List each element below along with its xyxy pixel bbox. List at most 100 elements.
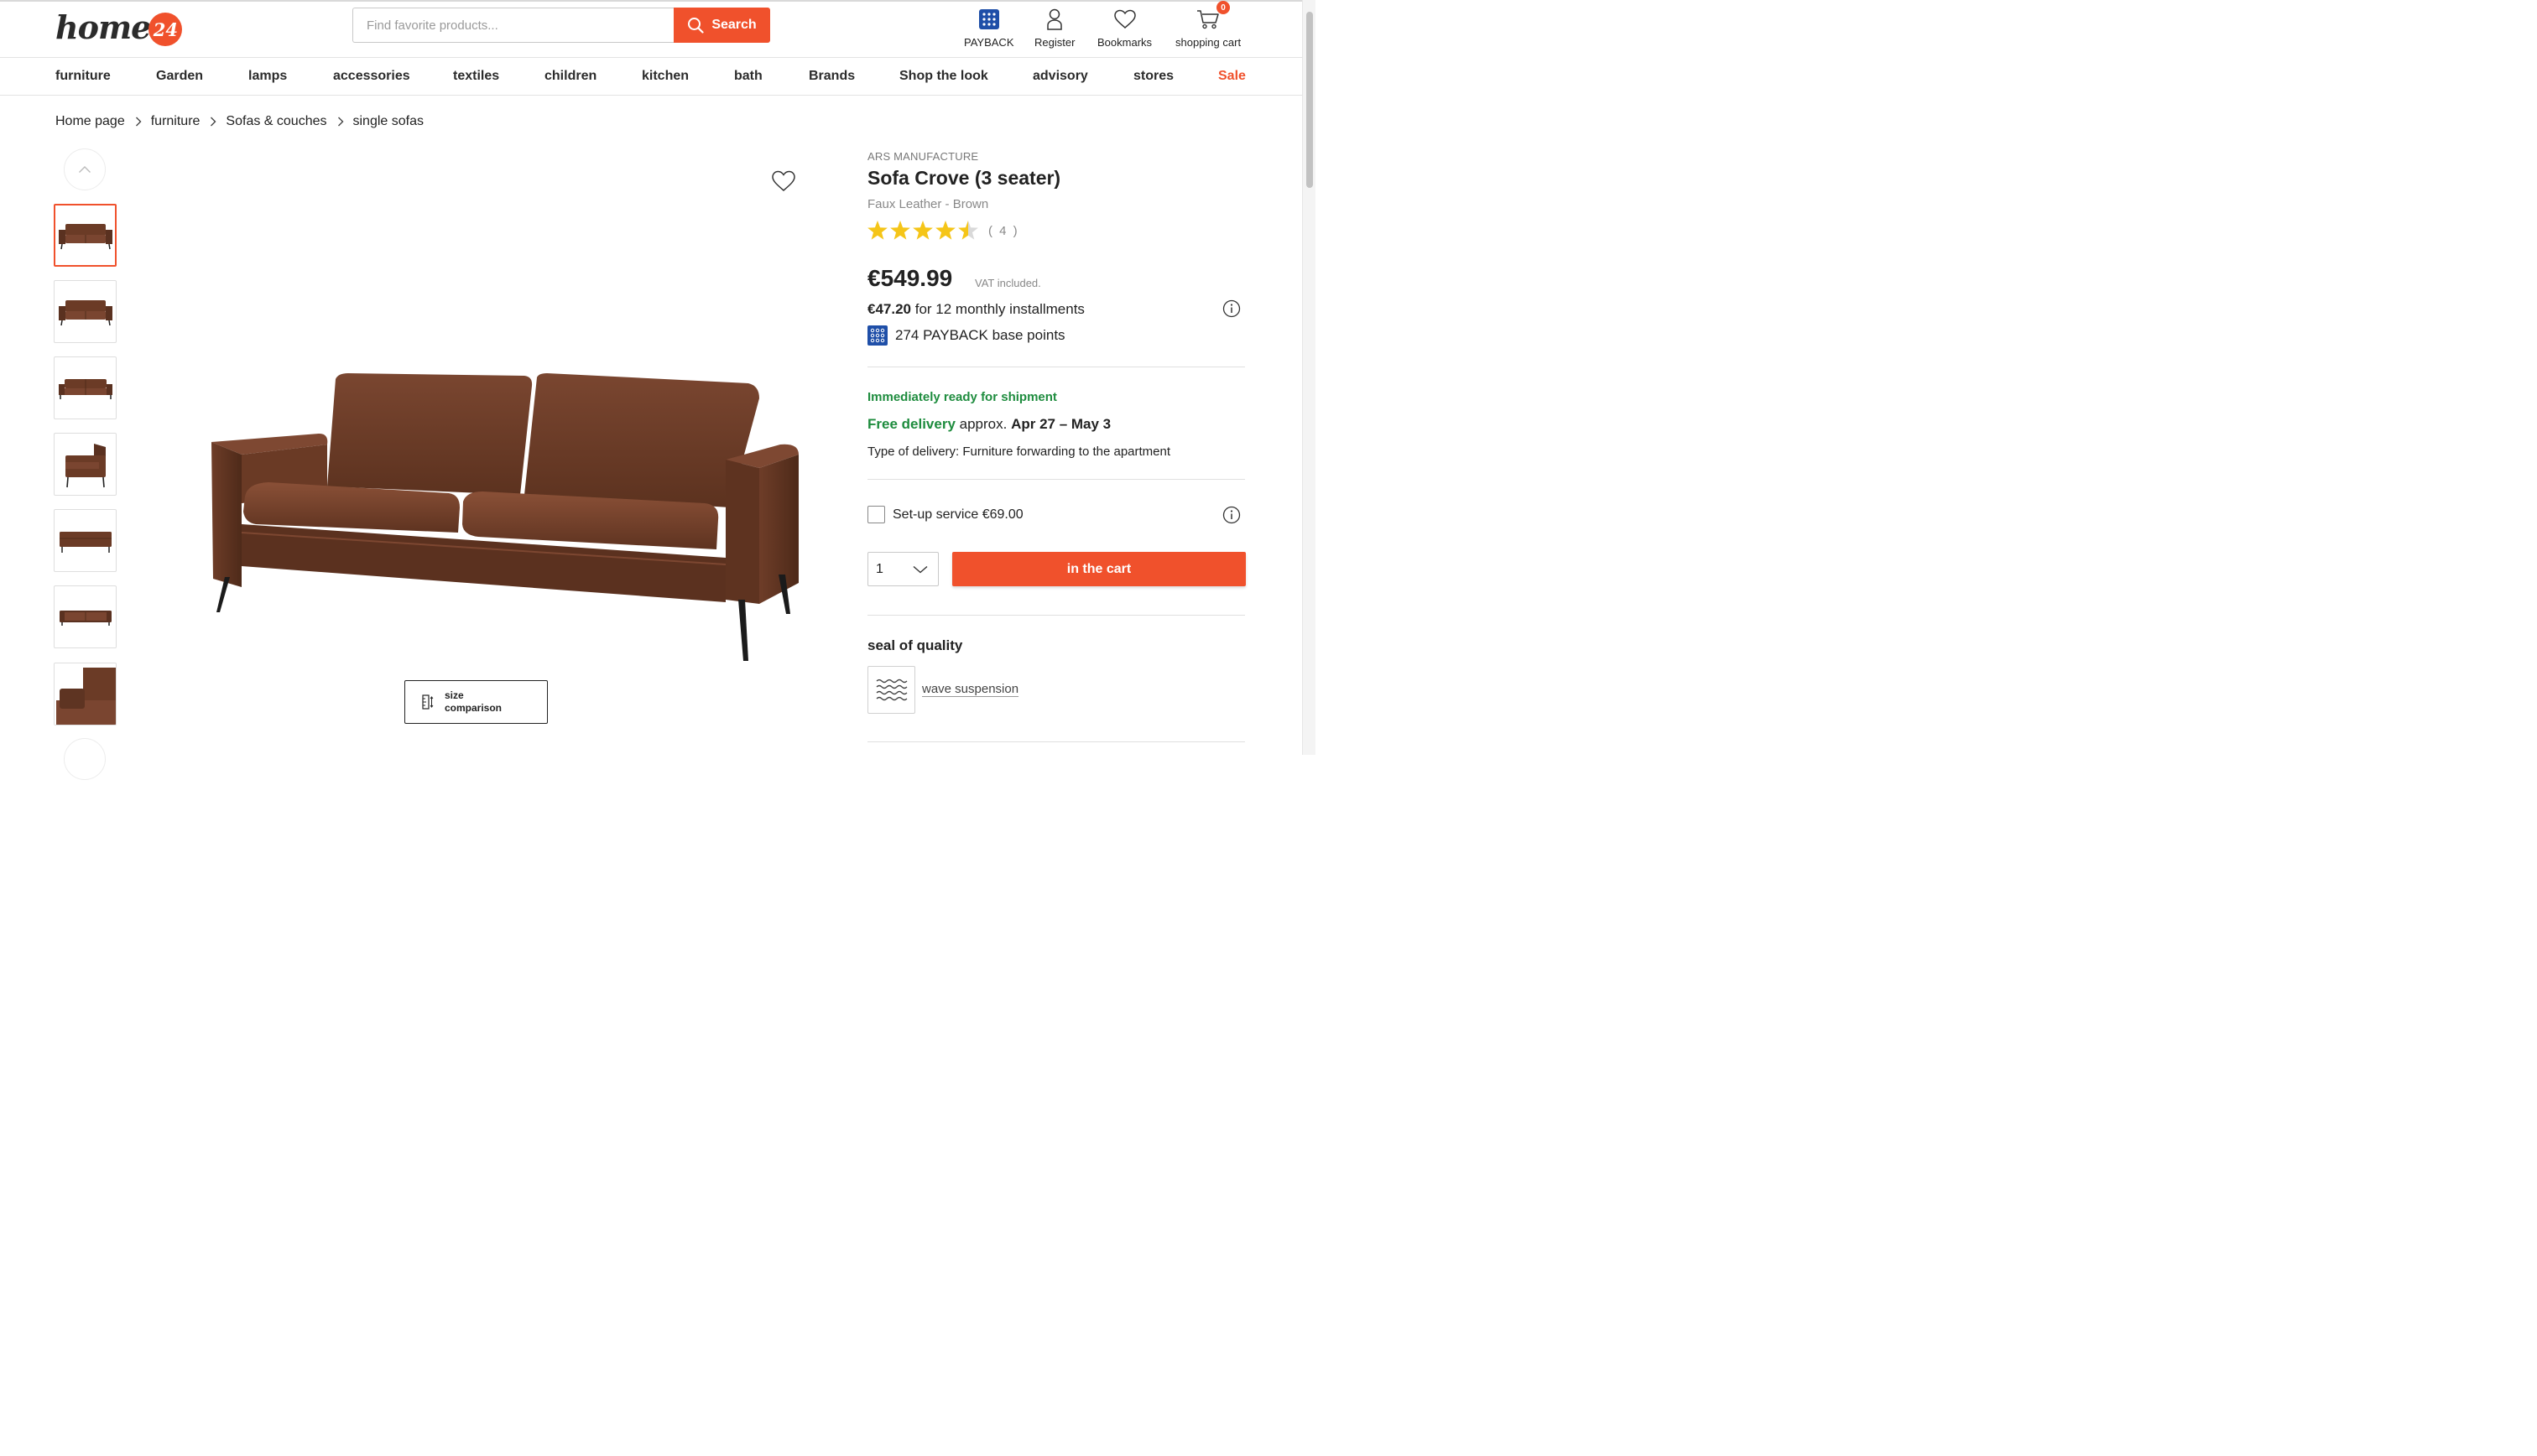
payback-link[interactable]: PAYBACK [964,7,1013,49]
logo-text: home [55,8,151,46]
chevron-up-icon [79,166,91,173]
installment-info: €47.20 for 12 monthly installments [867,301,1085,318]
payback-label: PAYBACK [964,36,1014,49]
rating-count: ( 4 ) [988,223,1019,238]
add-to-cart-button[interactable]: in the cart [952,552,1246,586]
nav-item-children[interactable]: children [544,69,596,84]
thumbnail-1[interactable] [54,204,117,267]
register-link[interactable]: Register [1034,7,1075,49]
logo-badge: 24 [148,13,183,46]
info-icon[interactable] [1222,299,1241,318]
divider [867,615,1245,616]
breadcrumb-single-sofas[interactable]: single sofas [353,114,425,129]
search-icon [688,18,704,34]
thumbnails-scroll-up-button[interactable] [64,148,106,190]
payback-icon [978,9,999,29]
size-comparison-button[interactable]: size comparison [404,680,548,724]
rating-star [958,221,978,240]
breadcrumb: Home page furniture Sofas & couches sing… [55,114,424,129]
bookmarks-label: Bookmarks [1097,36,1153,49]
sofa-detail-thumbnail [55,663,116,725]
thumbnail-4[interactable] [54,433,117,496]
search-button[interactable]: Search [674,8,770,43]
quantity-value: 1 [876,561,883,576]
chevron-down-icon [913,565,928,573]
thumbnail-7[interactable] [54,663,117,725]
sofa-top-thumbnail [59,610,112,626]
nav-item-textiles[interactable]: textiles [453,69,499,84]
home24-logo[interactable]: home 24 [55,7,183,47]
nav-item-sale[interactable]: Sale [1218,69,1246,84]
thumbnails-scroll-down-button[interactable] [64,738,106,780]
divider [867,741,1245,742]
page-scrollbar[interactable] [1302,0,1315,755]
rating-star [913,221,933,240]
thumbnail-2[interactable] [54,280,117,343]
delivery-info: Free delivery approx. Apr 27 – May 3 [867,416,1111,433]
payback-points-text: 274 PAYBACK base points [895,327,1065,343]
search-input[interactable] [352,8,674,43]
star-rating-icon [867,221,978,240]
delivery-approx: approx. [959,416,1008,432]
nav-item-accessories[interactable]: accessories [333,69,410,84]
setup-service-label: Set-up service €69.00 [893,507,1024,522]
rating-star [890,221,910,240]
scrollbar-thumb[interactable] [1306,12,1313,188]
free-delivery-label: Free delivery [867,416,956,432]
thumbnail-6[interactable] [54,585,117,648]
installment-text: for 12 monthly installments [914,301,1085,317]
nav-item-stores[interactable]: stores [1133,69,1174,84]
thumbnail-3[interactable] [54,356,117,419]
user-icon [1047,8,1062,30]
bookmarks-link[interactable]: Bookmarks [1097,7,1152,49]
wave-suspension-icon [867,666,915,714]
thumbnail-5[interactable] [54,509,117,572]
nav-item-shop-the-look[interactable]: Shop the look [899,69,988,84]
rating-star [935,221,956,240]
wave-suspension-link[interactable]: wave suspension [922,682,1018,696]
nav-item-advisory[interactable]: advisory [1033,69,1088,84]
manufacturer-name[interactable]: ARS MANUFACTURE [867,150,978,163]
size-comparison-label: size comparison [445,689,503,714]
installment-amount: €47.20 [867,301,911,317]
delivery-type: Type of delivery: Furniture forwarding t… [867,445,1171,459]
search-bar: Search [352,8,770,43]
seal-of-quality-heading: seal of quality [867,637,963,653]
sofa-straight-thumbnail [58,378,112,399]
setup-service-option[interactable]: Set-up service €69.00 [867,506,1024,523]
nav-item-lamps[interactable]: lamps [248,69,287,84]
setup-service-checkbox[interactable] [867,506,885,523]
main-navigation: furniture Garden lamps accessories texti… [0,58,1302,96]
heart-icon [772,170,795,191]
chevron-right-icon [337,117,344,127]
payback-points-row: 274 PAYBACK base points [867,325,1065,346]
nav-item-garden[interactable]: Garden [156,69,203,84]
add-to-bookmarks-button[interactable] [770,168,797,195]
vat-note: VAT included. [975,277,1041,289]
product-price: €549.99 [867,265,953,291]
chevron-right-icon [210,117,216,127]
sofa-front-thumbnail [58,223,112,249]
ruler-icon [422,694,434,710]
product-title: Sofa Crove (3 seater) [867,167,1061,189]
nav-item-kitchen[interactable]: kitchen [642,69,689,84]
nav-item-furniture[interactable]: furniture [55,69,111,84]
payback-icon [867,325,888,346]
cart-icon [1197,10,1219,29]
breadcrumb-home[interactable]: Home page [55,114,125,129]
site-header: home 24 Search PAYBACK Register Bookmark… [0,1,1302,58]
quantity-select[interactable]: 1 [867,552,939,586]
nav-item-brands[interactable]: Brands [809,69,855,84]
breadcrumb-furniture[interactable]: furniture [151,114,201,129]
sofa-back-thumbnail [59,531,112,553]
sofa-front-thumbnail [58,299,112,325]
breadcrumb-sofas[interactable]: Sofas & couches [226,114,326,129]
cart-label: shopping cart [1175,36,1242,49]
info-icon[interactable] [1222,506,1241,524]
register-label: Register [1034,36,1076,49]
shopping-cart-link[interactable]: 0 shopping cart [1175,1,1242,49]
product-rating[interactable]: ( 4 ) [867,220,1019,242]
nav-item-bath[interactable]: bath [734,69,763,84]
search-button-label: Search [711,18,757,32]
product-variant: Faux Leather - Brown [867,197,989,211]
